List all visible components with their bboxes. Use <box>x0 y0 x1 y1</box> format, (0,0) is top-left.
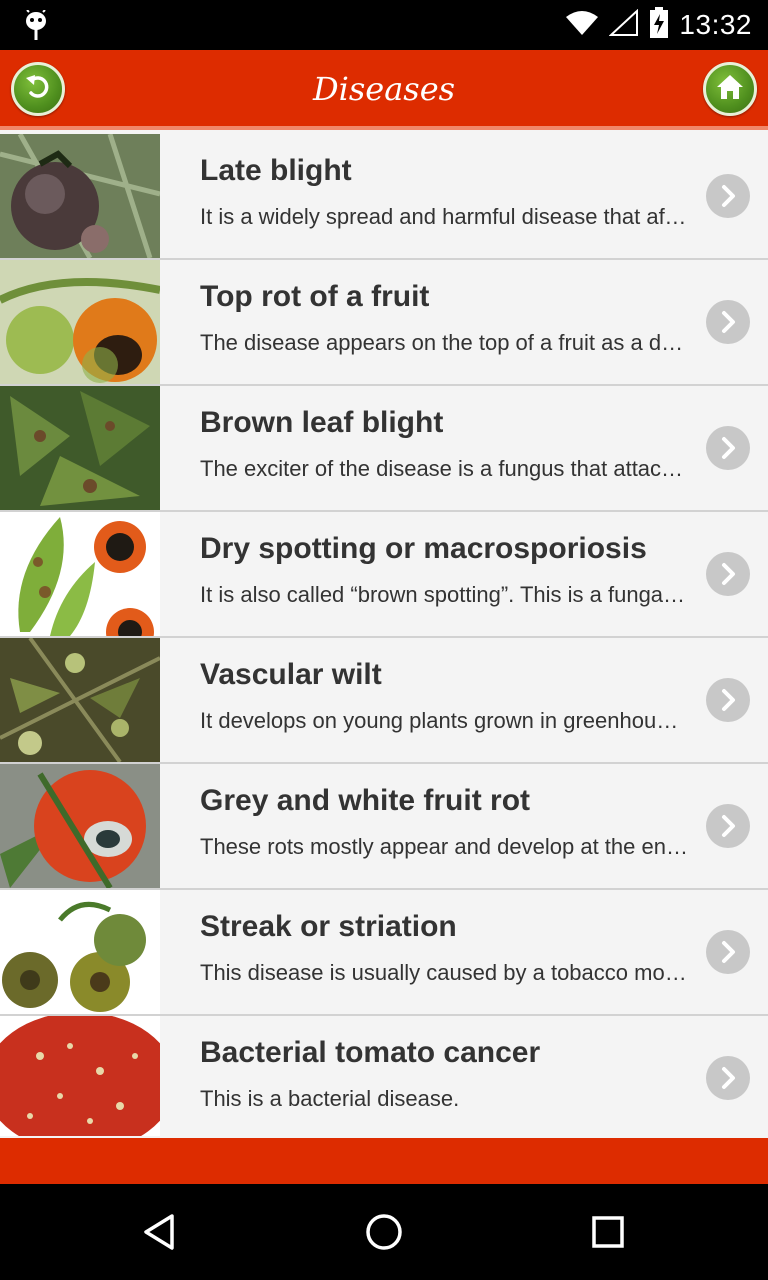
list-item[interactable]: Top rot of a fruit The disease appears o… <box>0 260 768 386</box>
chevron-right-circle-icon[interactable] <box>706 300 750 344</box>
list-item[interactable]: Dry spotting or macrosporiosis It is als… <box>0 512 768 638</box>
disease-name: Vascular wilt <box>200 658 382 691</box>
home-button[interactable] <box>703 62 757 116</box>
disease-name: Brown leaf blight <box>200 406 444 439</box>
grey-white-fruit-rot-photo <box>0 764 160 888</box>
status-bar: 13:32 <box>0 0 768 50</box>
disease-name: Top rot of a fruit <box>200 280 430 313</box>
android-icon <box>24 9 48 40</box>
chevron-right-circle-icon[interactable] <box>706 174 750 218</box>
page-title: Diseases <box>312 70 456 108</box>
disease-description: This disease is usually caused by a toba… <box>200 960 688 985</box>
chevron-right-circle-icon[interactable] <box>706 930 750 974</box>
list-item[interactable]: Grey and white fruit rot These rots most… <box>0 764 768 890</box>
chevron-right-circle-icon[interactable] <box>706 678 750 722</box>
signal-icon <box>608 8 639 42</box>
wifi-icon <box>565 9 599 42</box>
tomato-late-blight-photo <box>0 134 160 258</box>
list-item[interactable]: Vascular wilt It develops on young plant… <box>0 638 768 764</box>
bottom-strip <box>0 1138 768 1184</box>
list-item[interactable]: Streak or striation This disease is usua… <box>0 890 768 1016</box>
vascular-wilt-photo <box>0 638 160 762</box>
dry-spotting-illustration <box>0 512 160 636</box>
recents-square-icon[interactable] <box>584 1208 632 1256</box>
disease-name: Bacterial tomato cancer <box>200 1036 541 1069</box>
tomato-top-rot-photo <box>0 260 160 384</box>
system-nav-bar <box>0 1184 768 1280</box>
disease-description: The disease appears on the top of a frui… <box>200 330 688 355</box>
back-triangle-icon[interactable] <box>136 1208 184 1256</box>
streak-striation-photo <box>0 890 160 1014</box>
disease-name: Grey and white fruit rot <box>200 784 531 817</box>
battery-charging-icon <box>649 6 669 44</box>
home-circle-icon[interactable] <box>360 1208 408 1256</box>
disease-name: Late blight <box>200 154 352 187</box>
disease-description: It develops on young plants grown in gre… <box>200 708 688 733</box>
disease-description: The exciter of the disease is a fungus t… <box>200 456 688 481</box>
status-time: 13:32 <box>679 9 752 40</box>
chevron-right-circle-icon[interactable] <box>706 1056 750 1100</box>
chevron-right-circle-icon[interactable] <box>706 426 750 470</box>
disease-description: It is also called “brown spotting”. This… <box>200 582 688 607</box>
chevron-right-circle-icon[interactable] <box>706 804 750 848</box>
disease-description: These rots mostly appear and develop at … <box>200 834 688 859</box>
home-icon <box>715 73 745 106</box>
list-item[interactable]: Brown leaf blight The exciter of the dis… <box>0 386 768 512</box>
chevron-right-circle-icon[interactable] <box>706 552 750 596</box>
app-bar: Diseases <box>0 50 768 130</box>
list-item[interactable]: Bacterial tomato cancer This is a bacter… <box>0 1016 768 1136</box>
list-item[interactable]: Late blight It is a widely spread and ha… <box>0 134 768 260</box>
disease-description: This is a bacterial disease. <box>200 1086 460 1111</box>
disease-list[interactable]: Late blight It is a widely spread and ha… <box>0 134 768 1136</box>
disease-description: It is a widely spread and harmful diseas… <box>200 204 688 229</box>
brown-leaf-blight-photo <box>0 386 160 510</box>
disease-name: Streak or striation <box>200 910 457 943</box>
bacterial-cancer-photo <box>0 1016 160 1136</box>
disease-name: Dry spotting or macrosporiosis <box>200 532 647 565</box>
